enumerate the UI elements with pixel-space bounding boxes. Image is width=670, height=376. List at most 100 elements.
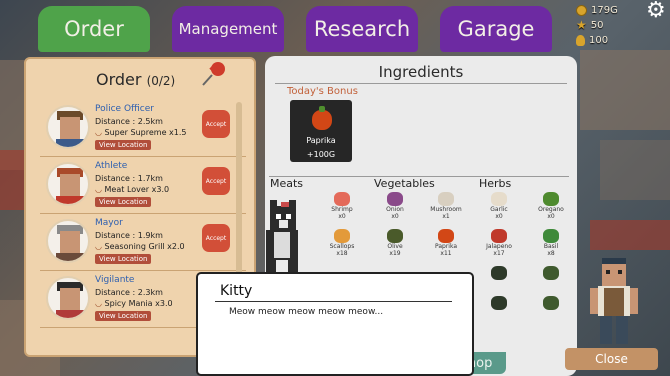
customer-distance: Distance : 1.9km xyxy=(95,231,163,240)
order-food: ◡ Super Supreme x1.5 xyxy=(95,128,187,137)
jar-icon xyxy=(491,266,507,280)
customer-distance: Distance : 2.5km xyxy=(95,117,163,126)
coin-icon xyxy=(576,4,587,16)
divider xyxy=(40,156,246,157)
ingredient-unlabeled[interactable] xyxy=(531,296,571,310)
order-food-text: Meat Lover x3.0 xyxy=(104,185,170,194)
tab-order[interactable]: Order xyxy=(38,6,150,52)
onion-icon xyxy=(387,192,403,206)
ingredient-paprika[interactable]: Paprika x11 xyxy=(426,229,466,257)
ingredient-name: Oregano xyxy=(538,206,564,213)
ingredient-garlic[interactable]: Garlic x0 xyxy=(479,192,519,220)
ingredient-unlabeled[interactable] xyxy=(479,296,519,310)
ingredient-shrimp[interactable]: Shrimp x0 xyxy=(322,192,362,220)
dialog-box[interactable]: Kitty Meow meow meow meow meow... xyxy=(196,272,474,376)
order-food: ◡ Meat Lover x3.0 xyxy=(95,185,169,194)
ingredient-name: Paprika xyxy=(434,243,457,250)
accept-button[interactable]: Accept xyxy=(202,167,230,195)
star-icon: ★ xyxy=(576,18,587,32)
order-title-text: Order xyxy=(96,70,142,89)
cat-character xyxy=(266,200,298,272)
dialog-text: Meow meow meow meow meow... xyxy=(229,307,384,317)
order-food: ◡ Seasoning Grill x2.0 xyxy=(95,242,185,251)
order-food-text: Spicy Mania x3.0 xyxy=(104,299,173,308)
bonus-amount: +100G xyxy=(306,150,336,159)
view-location-button[interactable]: View Location xyxy=(95,197,152,207)
star-counter: ★ 50 xyxy=(576,18,604,32)
ingredient-count: x0 xyxy=(338,213,346,220)
research-amount: 100 xyxy=(589,34,609,46)
bonus-label: Today's Bonus xyxy=(287,86,358,97)
ingredient-unlabeled[interactable] xyxy=(479,266,519,280)
star-amount: 50 xyxy=(590,19,604,31)
divider xyxy=(40,270,246,271)
avatar xyxy=(46,276,90,320)
accept-button[interactable]: Accept xyxy=(202,110,230,138)
mechanic-character xyxy=(590,258,638,344)
customer-name: Athlete xyxy=(95,161,128,171)
ingredient-scallops[interactable]: Scallops x18 xyxy=(322,229,362,257)
ingredient-jalapeno[interactable]: Jalapeno x17 xyxy=(479,229,519,257)
view-location-button[interactable]: View Location xyxy=(95,254,152,264)
category-meats: Meats xyxy=(270,177,304,190)
ingredient-count: x18 xyxy=(336,250,348,257)
tab-garage[interactable]: Garage xyxy=(440,6,552,52)
view-location-button[interactable]: View Location xyxy=(95,140,152,150)
customer-name: Mayor xyxy=(95,218,123,228)
order-item: Police Officer Distance : 2.5km ◡ Super … xyxy=(36,101,246,157)
dialog-speaker: Kitty xyxy=(220,283,253,299)
divider xyxy=(275,83,567,84)
close-button[interactable]: Close xyxy=(565,348,658,370)
order-item: Athlete Distance : 1.7km ◡ Meat Lover x3… xyxy=(36,158,246,214)
bowl-icon: ◡ xyxy=(95,128,102,137)
avatar xyxy=(46,162,90,206)
ingredient-count: x17 xyxy=(493,250,505,257)
ingredient-name: Mushroom xyxy=(430,206,462,213)
coin-amount: 179G xyxy=(591,4,618,16)
category-vegetables: Vegetables xyxy=(374,177,435,190)
lightbulb-icon xyxy=(576,34,585,46)
avatar xyxy=(46,219,90,263)
oregano-icon xyxy=(543,192,559,206)
ingredient-mushroom[interactable]: Mushroom x1 xyxy=(426,192,466,220)
bowl-icon: ◡ xyxy=(95,185,102,194)
customer-name: Police Officer xyxy=(95,104,154,114)
basil-icon xyxy=(543,229,559,243)
ingredient-name: Jalapeno xyxy=(486,243,512,250)
accept-button[interactable]: Accept xyxy=(202,224,230,252)
order-item: Mayor Distance : 1.9km ◡ Seasoning Grill… xyxy=(36,215,246,271)
ingredient-count: x0 xyxy=(547,213,555,220)
coin-counter: 179G xyxy=(576,3,618,17)
order-food-text: Super Supreme x1.5 xyxy=(104,128,187,137)
divider xyxy=(215,301,452,302)
ingredient-onion[interactable]: Onion x0 xyxy=(375,192,415,220)
ingredient-unlabeled[interactable] xyxy=(531,266,571,280)
gear-icon[interactable]: ⚙ xyxy=(646,0,666,22)
jalapeno-icon xyxy=(491,229,507,243)
ingredient-oregano[interactable]: Oregano x0 xyxy=(531,192,571,220)
ingredient-name: Basil xyxy=(543,243,559,250)
customer-name: Vigilante xyxy=(95,275,135,285)
view-location-button[interactable]: View Location xyxy=(95,311,152,321)
divider xyxy=(40,213,246,214)
customer-distance: Distance : 2.3km xyxy=(95,288,163,297)
bowl-icon: ◡ xyxy=(95,242,102,251)
ingredient-name: Scallops xyxy=(329,243,355,250)
ingredient-count: x1 xyxy=(442,213,450,220)
order-food: ◡ Spicy Mania x3.0 xyxy=(95,299,173,308)
paprika-icon xyxy=(438,229,454,243)
tab-management[interactable]: Management xyxy=(172,6,284,52)
ingredient-count: x8 xyxy=(547,250,555,257)
scallops-icon xyxy=(334,229,350,243)
ingredient-name: Garlic xyxy=(490,206,508,213)
ingredient-count: x0 xyxy=(495,213,503,220)
ingredient-olive[interactable]: Olive x19 xyxy=(375,229,415,257)
avatar xyxy=(46,105,90,149)
order-title: Order (0/2) xyxy=(96,70,175,89)
ingredient-name: Shrimp xyxy=(331,206,353,213)
mushroom-icon xyxy=(438,192,454,206)
tab-research[interactable]: Research xyxy=(306,6,418,52)
ingredients-title: Ingredients xyxy=(378,63,464,81)
ingredient-basil[interactable]: Basil x8 xyxy=(531,229,571,257)
bonus-name: Paprika xyxy=(306,136,336,145)
